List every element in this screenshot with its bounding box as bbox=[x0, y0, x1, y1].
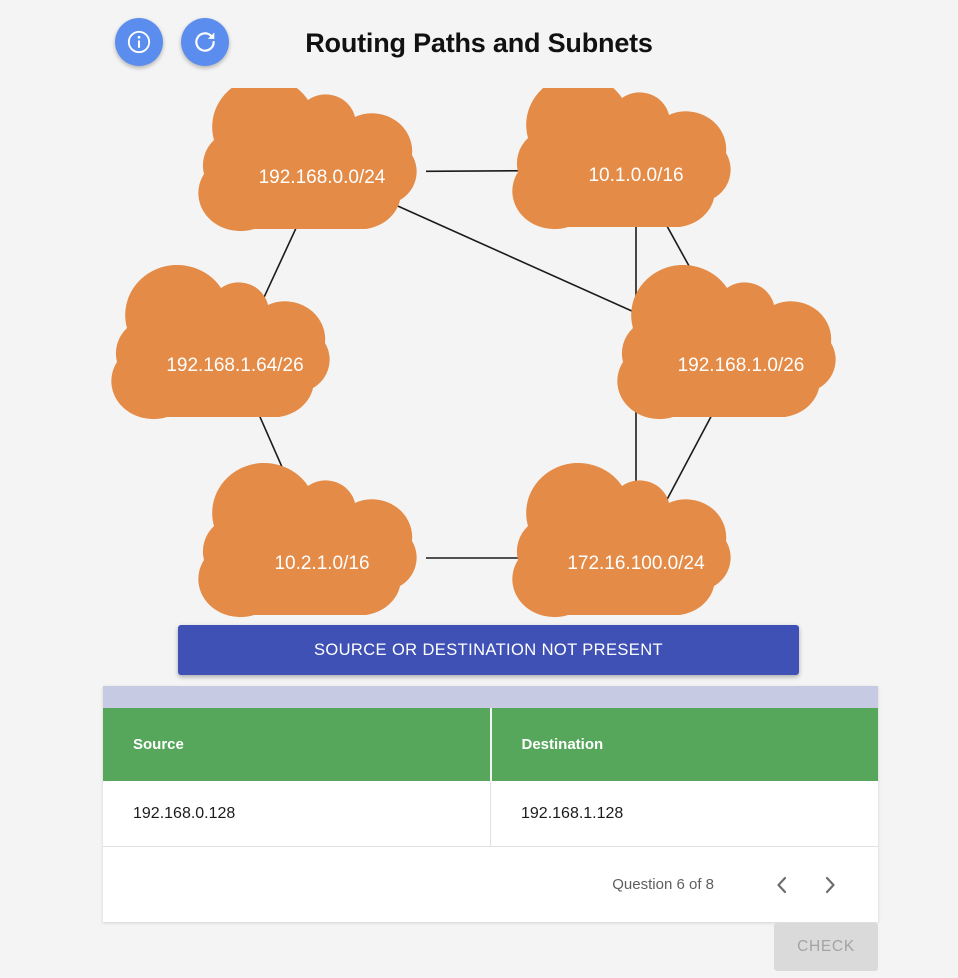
chevron-right-icon bbox=[820, 874, 840, 896]
header-bar: Routing Paths and Subnets bbox=[0, 0, 958, 92]
network-node-cloud[interactable]: 10.1.0.0/16 bbox=[512, 88, 731, 230]
column-header-destination: Destination bbox=[490, 708, 878, 781]
chevron-left-icon bbox=[772, 874, 792, 896]
previous-question-button[interactable] bbox=[758, 874, 806, 896]
question-counter: Question 6 of 8 bbox=[612, 876, 714, 893]
network-node-cloud[interactable]: 172.16.100.0/24 bbox=[512, 462, 731, 618]
network-node-cloud[interactable]: 192.168.0.0/24 bbox=[198, 88, 417, 232]
routing-question-table: Source Destination 192.168.0.128 192.168… bbox=[103, 708, 878, 847]
network-edge bbox=[425, 169, 533, 173]
network-node-cloud[interactable]: 192.168.1.0/26 bbox=[617, 264, 836, 420]
check-button[interactable]: CHECK bbox=[774, 923, 878, 971]
cloud-shape bbox=[617, 264, 836, 420]
cell-destination: 192.168.1.128 bbox=[490, 781, 878, 847]
pagination-bar: Question 6 of 8 bbox=[103, 847, 878, 922]
column-header-source: Source bbox=[103, 708, 492, 781]
question-card: Source Destination 192.168.0.128 192.168… bbox=[103, 686, 878, 922]
cloud-shape bbox=[198, 88, 417, 232]
node-layer: 192.168.0.0/24 10.1.0.0/16 192.168.1.64/26… bbox=[111, 88, 836, 618]
network-node-cloud[interactable]: 192.168.1.64/26 bbox=[111, 264, 330, 420]
cloud-shape bbox=[111, 264, 330, 420]
cloud-shape bbox=[198, 462, 417, 618]
cloud-shape bbox=[512, 88, 731, 230]
next-question-button[interactable] bbox=[806, 874, 854, 896]
cloud-shape bbox=[512, 462, 731, 618]
table-row: 192.168.0.128 192.168.1.128 bbox=[103, 781, 878, 847]
network-diagram: 192.168.0.0/24 10.1.0.0/16 192.168.1.64/26… bbox=[0, 88, 958, 618]
page-title: Routing Paths and Subnets bbox=[305, 28, 653, 58]
table-header-row: Source Destination bbox=[103, 708, 878, 781]
card-accent-bar bbox=[103, 686, 878, 708]
answer-option-button[interactable]: SOURCE OR DESTINATION NOT PRESENT bbox=[178, 625, 799, 675]
network-node-cloud[interactable]: 10.2.1.0/16 bbox=[198, 462, 417, 618]
cell-source: 192.168.0.128 bbox=[103, 781, 491, 847]
network-edge bbox=[660, 408, 717, 510]
